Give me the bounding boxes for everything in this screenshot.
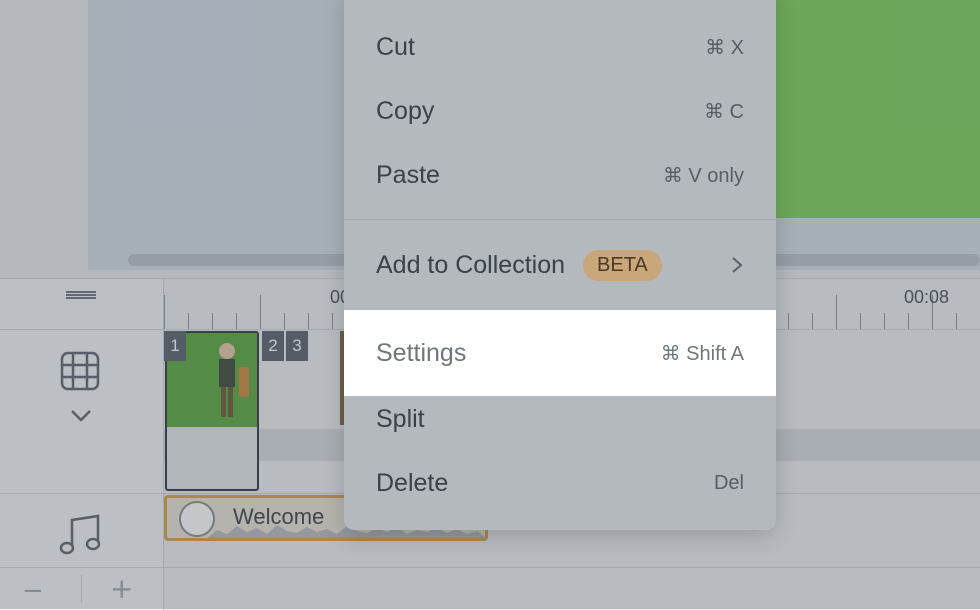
menu-item-label: Copy bbox=[376, 96, 435, 125]
menu-item-paste[interactable]: Paste ⌘ V only bbox=[344, 143, 776, 207]
menu-item-cut[interactable]: Cut ⌘ X bbox=[344, 15, 776, 79]
menu-item-label: Split bbox=[376, 404, 425, 433]
menu-item-split[interactable]: Split bbox=[344, 387, 776, 451]
menu-separator bbox=[344, 219, 776, 220]
menu-item-settings[interactable]: Settings ⌘ Shift A bbox=[344, 310, 776, 396]
chevron-right-icon bbox=[732, 257, 743, 273]
menu-item-label: Paste bbox=[376, 160, 440, 189]
menu-item-shortcut: ⌘ Shift A bbox=[660, 342, 744, 365]
menu-item-shortcut: Del bbox=[713, 471, 744, 494]
menu-item-shortcut: ⌘ V only bbox=[662, 164, 744, 187]
beta-badge: BETA bbox=[583, 249, 662, 281]
menu-item-label: Settings bbox=[376, 338, 467, 367]
menu-item-shortcut: ⌘ X bbox=[705, 36, 744, 59]
menu-item-label: Delete bbox=[376, 468, 449, 497]
menu-item-label: Add to Collection bbox=[376, 250, 566, 279]
menu-item-add-to-collection[interactable]: Add to Collection BETA bbox=[344, 233, 776, 297]
menu-item-copy[interactable]: Copy ⌘ C bbox=[344, 79, 776, 143]
menu-item-label: Cut bbox=[376, 32, 415, 61]
context-menu: Cut ⌘ X Copy ⌘ C Paste ⌘ V only Add to C… bbox=[344, 0, 776, 530]
menu-item-delete[interactable]: Delete Del bbox=[344, 451, 776, 515]
menu-item-shortcut: ⌘ C bbox=[704, 100, 744, 123]
